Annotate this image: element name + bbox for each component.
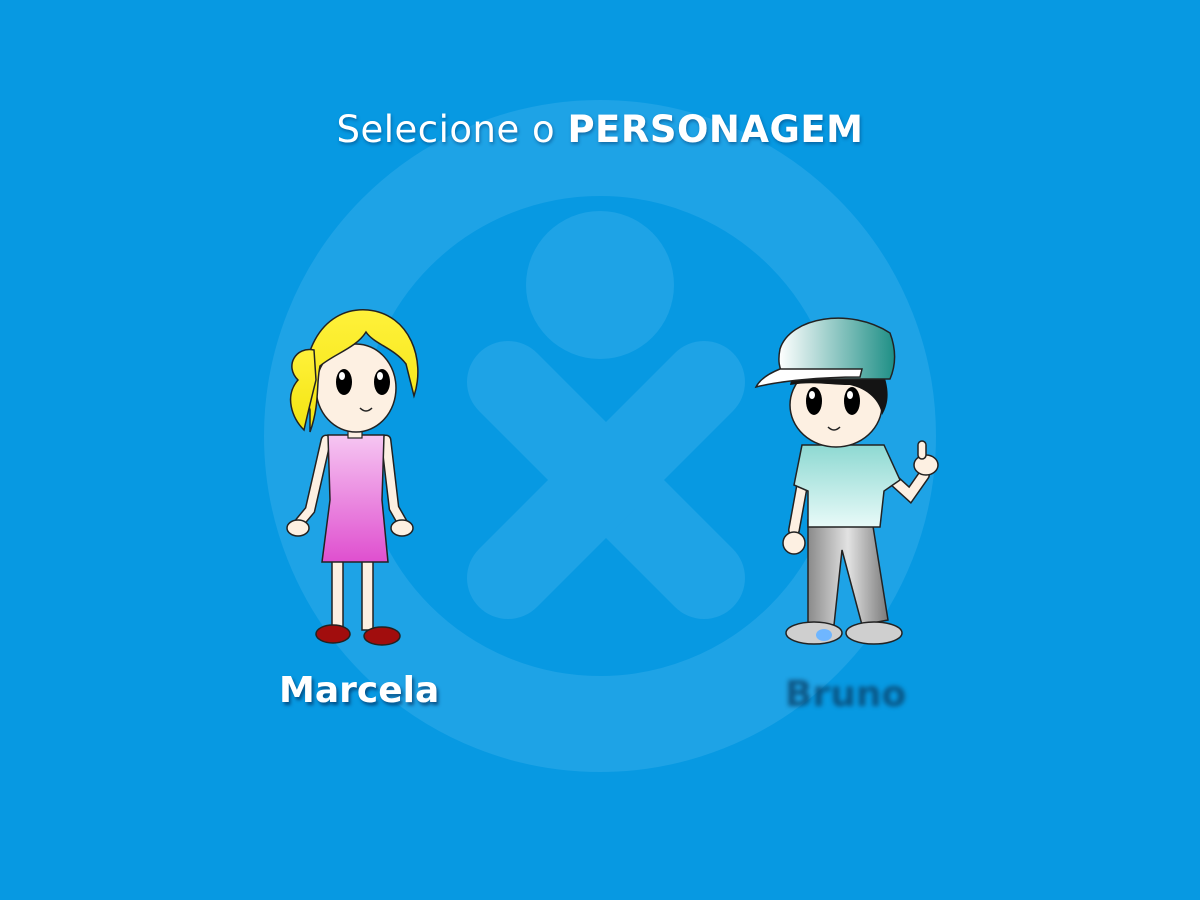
character-bruno-label[interactable]: Bruno <box>785 674 906 715</box>
character-bruno-figure[interactable] <box>750 305 950 660</box>
character-marcela-label[interactable]: Marcela <box>279 670 439 711</box>
character-marcela-figure[interactable] <box>270 300 430 660</box>
title-emphasis: PERSONAGEM <box>567 108 864 151</box>
title-prefix: Selecione o <box>336 108 556 151</box>
page-title: Selecione o PERSONAGEM <box>0 108 1200 151</box>
character-select-screen: Selecione o PERSONAGEM Marcela Bruno <box>0 0 1200 900</box>
